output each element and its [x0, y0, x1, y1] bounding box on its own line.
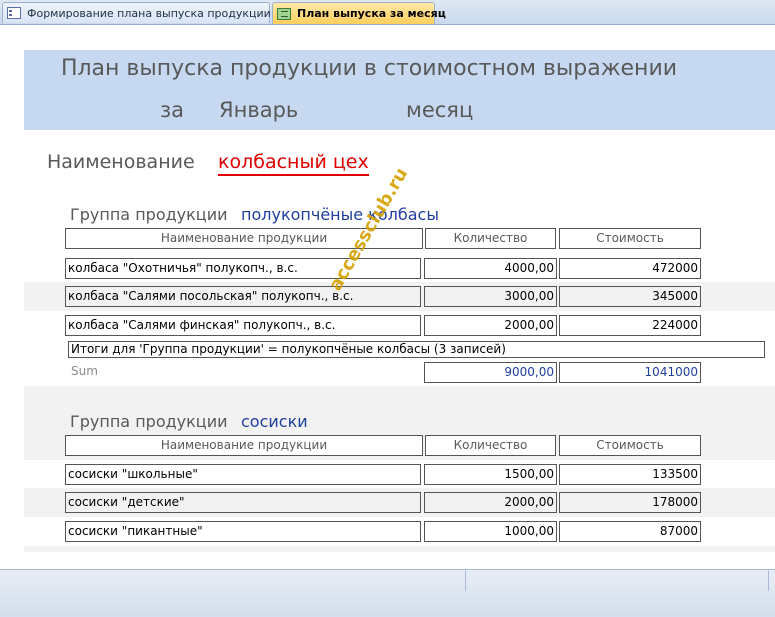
- sum-qty: 9000,00: [424, 362, 557, 383]
- column-header-cost: Стоимость: [559, 435, 701, 456]
- group-value: полукопчёные колбасы: [241, 205, 439, 224]
- table-row-cost: 345000: [559, 286, 701, 307]
- tab-production-plan-form[interactable]: Формирование плана выпуска продукции: [2, 2, 271, 23]
- report-icon: [277, 7, 291, 20]
- table-row-cost: 472000: [559, 258, 701, 279]
- sum-label: Sum: [71, 364, 98, 378]
- tab-monthly-plan-report[interactable]: План выпуска за месяц: [272, 2, 446, 24]
- group-label: Группа продукции: [70, 205, 228, 224]
- table-row-cost: 224000: [559, 315, 701, 336]
- status-bar: [0, 569, 775, 617]
- tab-label: План выпуска за месяц: [297, 7, 446, 20]
- month-value: Январь: [219, 98, 299, 122]
- table-row-cost: 133500: [559, 464, 701, 485]
- table-row-qty: 1000,00: [424, 521, 557, 542]
- column-header-qty: Количество: [425, 228, 556, 249]
- table-row-name: сосиски "пикантные": [65, 521, 421, 542]
- column-header-qty: Количество: [425, 435, 556, 456]
- table-row-qty: 4000,00: [424, 258, 557, 279]
- report-title: План выпуска продукции в стоимостном выр…: [60, 56, 678, 81]
- for-label: за: [160, 98, 185, 122]
- table-row-cost: 178000: [559, 492, 701, 513]
- table-row-name: колбаса "Салями финская" полукопч., в.с.: [65, 315, 421, 336]
- table-row-qty: 2000,00: [424, 315, 557, 336]
- report-bottom-edge: [0, 552, 775, 569]
- sum-cost: 1041000: [559, 362, 701, 383]
- table-row-qty: 3000,00: [424, 286, 557, 307]
- group-value: сосиски: [241, 412, 308, 431]
- table-row-qty: 1500,00: [424, 464, 557, 485]
- column-header-name: Наименование продукции: [65, 435, 423, 456]
- group-label: Группа продукции: [70, 412, 228, 431]
- table-row-cost: 87000: [559, 521, 701, 542]
- group-totals-text: Итоги для 'Группа продукции' = полукопчё…: [68, 341, 765, 358]
- table-row-name: колбаса "Салями посольская" полукопч., в…: [65, 286, 421, 307]
- status-bar-divider: [465, 569, 466, 591]
- month-label: месяц: [406, 98, 474, 122]
- table-row-name: сосиски "детские": [65, 492, 421, 513]
- workshop-name: колбасный цех: [218, 150, 369, 176]
- status-bar-divider: [768, 569, 769, 591]
- column-header-cost: Стоимость: [559, 228, 701, 249]
- name-label: Наименование: [47, 151, 195, 173]
- table-row-name: колбаса "Охотничья" полукопч., в.с.: [65, 258, 421, 279]
- tab-label: Формирование плана выпуска продукции: [27, 6, 271, 20]
- table-row-name: сосиски "школьные": [65, 464, 421, 485]
- form-icon: [7, 7, 21, 19]
- table-row-qty: 2000,00: [424, 492, 557, 513]
